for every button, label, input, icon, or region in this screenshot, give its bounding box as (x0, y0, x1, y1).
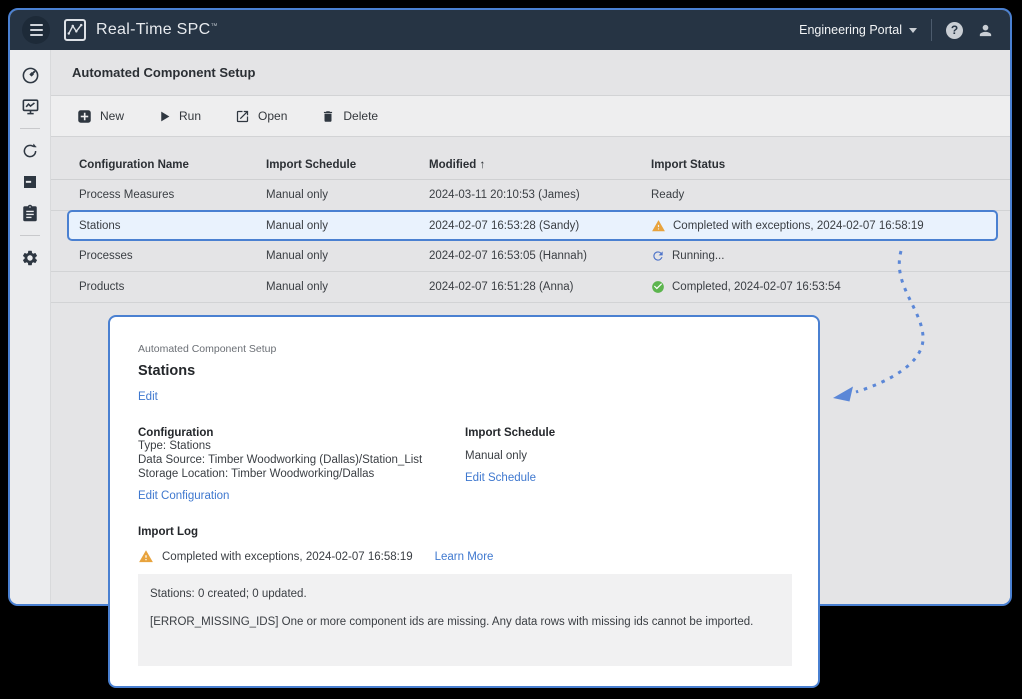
run-button[interactable]: Run (146, 104, 213, 128)
cell-import-status: Completed with exceptions, 2024-02-07 16… (651, 219, 984, 233)
trash-icon (321, 109, 335, 124)
column-header-configuration-name[interactable]: Configuration Name (79, 159, 266, 171)
log-line: [ERROR_MISSING_IDS] One or more componen… (150, 615, 780, 629)
import-log-status-text: Completed with exceptions, 2024-02-07 16… (162, 551, 413, 563)
cell-configuration-name: Process Measures (79, 189, 266, 201)
sidebar-nav (10, 50, 51, 604)
portal-dropdown[interactable]: Engineering Portal (799, 23, 917, 37)
column-header-modified[interactable]: Modified ↑ (429, 159, 651, 171)
cell-modified: 2024-02-07 16:53:28 (Sandy) (429, 220, 651, 232)
configuration-section: Configuration Type: Stations Data Source… (138, 427, 465, 504)
brand-logo-chart-icon (64, 19, 86, 41)
import-log-output: Stations: 0 created; 0 updated. [ERROR_M… (138, 574, 792, 666)
page-title: Automated Component Setup (72, 65, 255, 80)
cell-configuration-name: Processes (79, 250, 266, 262)
chart-monitor-icon[interactable] (17, 94, 43, 118)
learn-more-link[interactable]: Learn More (435, 551, 494, 563)
table-row-process-measures[interactable]: Process Measures Manual only 2024-03-11 … (51, 180, 1010, 211)
warning-icon (651, 219, 666, 233)
configurations-table: Configuration Name Import Schedule Modif… (51, 150, 1010, 303)
popup-title: Stations (138, 363, 790, 379)
brand-title: Real-Time SPC™ (96, 21, 218, 39)
settings-gear-icon[interactable] (17, 246, 43, 270)
portal-dropdown-label: Engineering Portal (799, 23, 902, 37)
new-button[interactable]: New (65, 104, 136, 129)
table-row-products[interactable]: Products Manual only 2024-02-07 16:51:28… (51, 272, 1010, 303)
edit-schedule-link[interactable]: Edit Schedule (465, 472, 536, 484)
cell-import-schedule: Manual only (266, 281, 429, 293)
cell-import-schedule: Manual only (266, 189, 429, 201)
popup-breadcrumb: Automated Component Setup (138, 343, 790, 355)
import-log-heading: Import Log (138, 526, 790, 538)
sort-ascending-icon: ↑ (479, 159, 485, 171)
warning-icon (138, 549, 154, 564)
cell-import-schedule: Manual only (266, 250, 429, 262)
delete-button-label: Delete (343, 109, 378, 123)
help-icon[interactable]: ? (946, 22, 963, 39)
sync-icon[interactable] (17, 139, 43, 163)
import-schedule-value: Manual only (465, 449, 790, 463)
table-row-stations-selected[interactable]: Stations Manual only 2024-02-07 16:53:28… (67, 210, 998, 241)
configuration-data-source: Data Source: Timber Woodworking (Dallas)… (138, 453, 465, 467)
hamburger-menu-icon[interactable] (22, 16, 50, 44)
open-button[interactable]: Open (223, 104, 299, 129)
chevron-down-icon (909, 28, 917, 33)
table-header-row: Configuration Name Import Schedule Modif… (51, 150, 1010, 180)
open-button-label: Open (258, 109, 287, 123)
cell-import-status: Ready (651, 189, 998, 201)
storage-box-icon[interactable] (17, 170, 43, 194)
sidebar-divider (20, 235, 40, 236)
column-header-import-status[interactable]: Import Status (651, 159, 998, 171)
page-header: Automated Component Setup (51, 50, 1010, 96)
plus-square-icon (77, 109, 92, 124)
column-header-import-schedule[interactable]: Import Schedule (266, 159, 429, 171)
cell-import-schedule: Manual only (266, 220, 429, 232)
dashboard-gauge-icon[interactable] (17, 63, 43, 87)
cell-import-status: Running... (651, 249, 998, 263)
cell-configuration-name: Products (79, 281, 266, 293)
run-button-label: Run (179, 109, 201, 123)
user-icon[interactable] (977, 22, 994, 39)
top-bar: Real-Time SPC™ Engineering Portal ? (10, 10, 1010, 50)
sidebar-divider (20, 128, 40, 129)
import-schedule-heading: Import Schedule (465, 427, 790, 439)
check-circle-icon (651, 280, 665, 294)
configuration-storage-location: Storage Location: Timber Woodworking/Dal… (138, 467, 465, 481)
edit-configuration-link[interactable]: Edit Configuration (138, 490, 229, 502)
topbar-divider (931, 19, 932, 41)
cell-import-status: Completed, 2024-02-07 16:53:54 (651, 280, 998, 294)
stations-detail-panel: Automated Component Setup Stations Edit … (108, 315, 820, 688)
log-line: Stations: 0 created; 0 updated. (150, 587, 780, 601)
configuration-type: Type: Stations (138, 439, 465, 453)
cell-modified: 2024-02-07 16:53:05 (Hannah) (429, 250, 651, 262)
delete-button[interactable]: Delete (309, 104, 390, 129)
play-icon (158, 110, 171, 123)
open-in-new-icon (235, 109, 250, 124)
configuration-heading: Configuration (138, 427, 465, 439)
cell-modified: 2024-03-11 20:10:53 (James) (429, 189, 651, 201)
edit-link[interactable]: Edit (138, 391, 790, 403)
refresh-running-icon (651, 249, 665, 263)
import-log-section: Import Log Completed with exceptions, 20… (138, 526, 790, 666)
cell-modified: 2024-02-07 16:51:28 (Anna) (429, 281, 651, 293)
toolbar: New Run Open (51, 96, 1010, 137)
cell-configuration-name: Stations (79, 220, 266, 232)
clipboard-icon[interactable] (17, 201, 43, 225)
table-row-processes[interactable]: Processes Manual only 2024-02-07 16:53:0… (51, 241, 1010, 272)
new-button-label: New (100, 109, 124, 123)
trademark-symbol: ™ (210, 23, 217, 30)
import-schedule-section: Import Schedule Manual only Edit Schedul… (465, 427, 790, 504)
